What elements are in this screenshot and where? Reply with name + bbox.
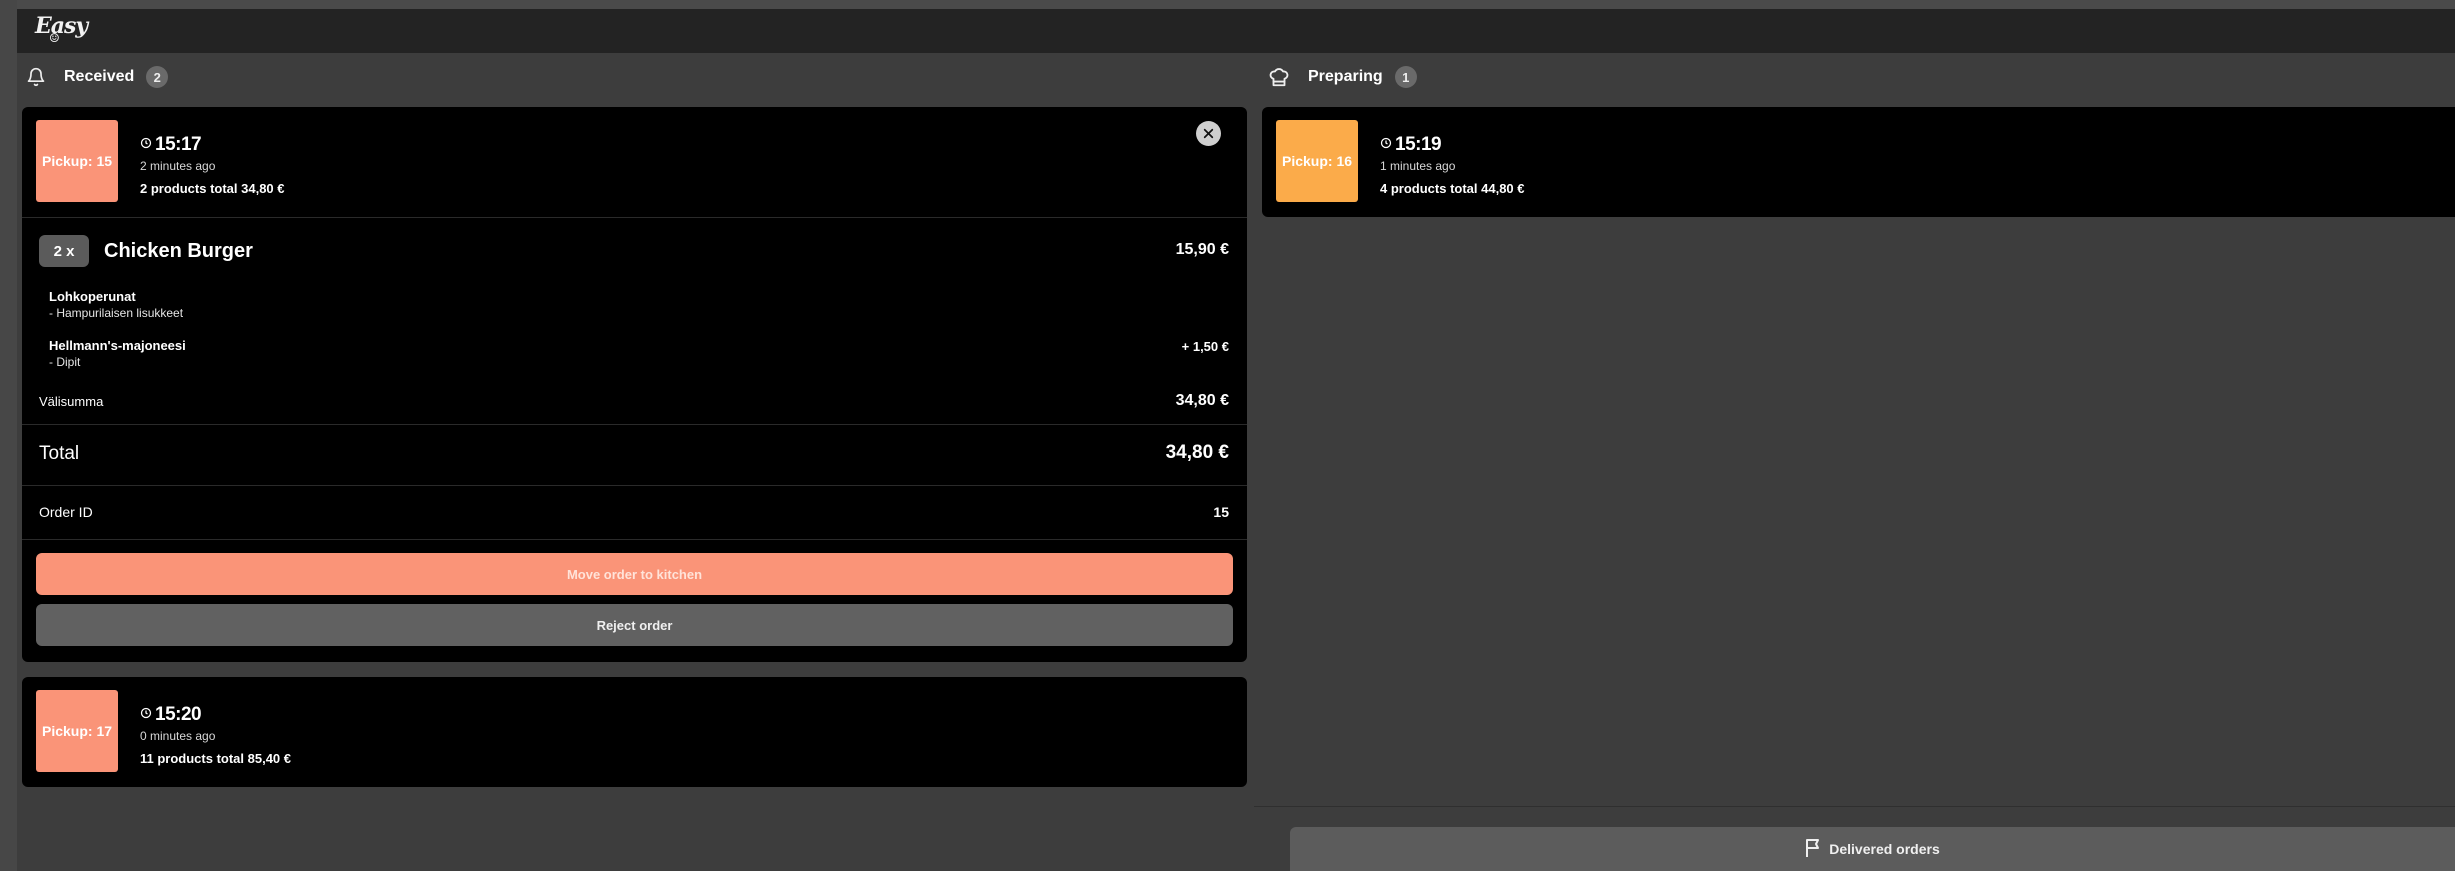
order-card-header[interactable]: Pickup: 16 15:19 1 minutes ago 4 product… bbox=[1262, 107, 2455, 217]
modifier-group: - Dipit bbox=[49, 355, 81, 369]
order-summary: 4 products total 44,80 € bbox=[1380, 181, 1525, 196]
clock-icon bbox=[140, 136, 152, 154]
item-quantity-badge: 2 x bbox=[39, 235, 89, 267]
modifier-price: + 1,50 € bbox=[1181, 339, 1229, 354]
received-count-badge: 2 bbox=[146, 66, 169, 88]
order-card-expanded[interactable]: Pickup: 15 15:17 2 minutes ago 2 product… bbox=[22, 107, 1247, 662]
app-header: Easy ☺ bbox=[17, 9, 2455, 53]
order-elapsed: 1 minutes ago bbox=[1380, 159, 1456, 173]
subtotal-value: 34,80 € bbox=[1175, 392, 1229, 409]
modifier-title: Hellmann's-majoneesi bbox=[49, 338, 186, 353]
total-label: Total bbox=[39, 443, 80, 464]
item-price: 15,90 € bbox=[1175, 241, 1229, 258]
order-elapsed: 2 minutes ago bbox=[140, 159, 216, 173]
left-edge bbox=[0, 0, 17, 871]
order-time: 15:19 bbox=[1395, 134, 1442, 155]
order-elapsed: 0 minutes ago bbox=[140, 729, 216, 743]
modifier-title: Lohkoperunat bbox=[49, 289, 136, 304]
item-modifier: Lohkoperunat - Hampurilaisen lisukkeet bbox=[22, 286, 1247, 335]
total-value: 34,80 € bbox=[1165, 442, 1229, 463]
clock-icon bbox=[140, 706, 152, 724]
total-row: Total 34,80 € bbox=[22, 425, 1247, 485]
order-id-label: Order ID bbox=[39, 504, 93, 520]
order-id-row: Order ID 15 bbox=[22, 486, 1247, 539]
order-id-value: 15 bbox=[1213, 504, 1229, 520]
item-name: Chicken Burger bbox=[104, 240, 253, 262]
close-icon[interactable] bbox=[1196, 121, 1221, 146]
footer-divider bbox=[1254, 806, 2455, 807]
order-card[interactable]: Pickup: 17 15:20 0 minutes ago 11 produc… bbox=[22, 677, 1247, 787]
item-modifier: Hellmann's-majoneesi - Dipit + 1,50 € bbox=[22, 335, 1247, 384]
top-edge bbox=[0, 0, 2455, 9]
app-logo: Easy ☺ bbox=[35, 13, 88, 45]
pickup-badge: Pickup: 16 bbox=[1276, 120, 1358, 202]
bell-icon bbox=[26, 67, 46, 87]
order-item: 2 x Chicken Burger 15,90 € bbox=[22, 218, 1247, 286]
delivered-orders-button[interactable]: Delivered orders bbox=[1290, 827, 2455, 871]
preparing-column-header: Preparing 1 bbox=[1268, 62, 1417, 92]
pickup-badge: Pickup: 17 bbox=[36, 690, 118, 772]
order-time: 15:17 bbox=[155, 134, 202, 155]
clock-icon bbox=[1380, 136, 1392, 154]
order-time: 15:20 bbox=[155, 704, 202, 725]
pickup-badge: Pickup: 15 bbox=[36, 120, 118, 202]
order-card[interactable]: Pickup: 16 15:19 1 minutes ago 4 product… bbox=[1262, 107, 2455, 217]
move-to-kitchen-button[interactable]: Move order to kitchen bbox=[36, 553, 1233, 595]
order-summary: 11 products total 85,40 € bbox=[140, 751, 292, 766]
received-title: Received bbox=[64, 68, 135, 85]
order-summary: 2 products total 34,80 € bbox=[140, 181, 285, 196]
order-card-header[interactable]: Pickup: 17 15:20 0 minutes ago 11 produc… bbox=[22, 677, 1247, 787]
order-card-header[interactable]: Pickup: 15 15:17 2 minutes ago 2 product… bbox=[22, 107, 1247, 217]
preparing-title: Preparing bbox=[1308, 68, 1383, 85]
received-column-header: Received 2 bbox=[26, 62, 169, 92]
delivered-orders-label: Delivered orders bbox=[1829, 841, 1940, 857]
subtotal-label: Välisumma bbox=[39, 394, 104, 409]
chef-hat-icon bbox=[1268, 66, 1290, 88]
flag-icon bbox=[1805, 838, 1829, 861]
preparing-count-badge: 1 bbox=[1394, 66, 1417, 88]
order-actions: Move order to kitchen Reject order bbox=[22, 540, 1247, 660]
subtotal-row: Välisumma 34,80 € bbox=[22, 384, 1247, 424]
modifier-group: - Hampurilaisen lisukkeet bbox=[49, 306, 184, 320]
reject-order-button[interactable]: Reject order bbox=[36, 604, 1233, 646]
